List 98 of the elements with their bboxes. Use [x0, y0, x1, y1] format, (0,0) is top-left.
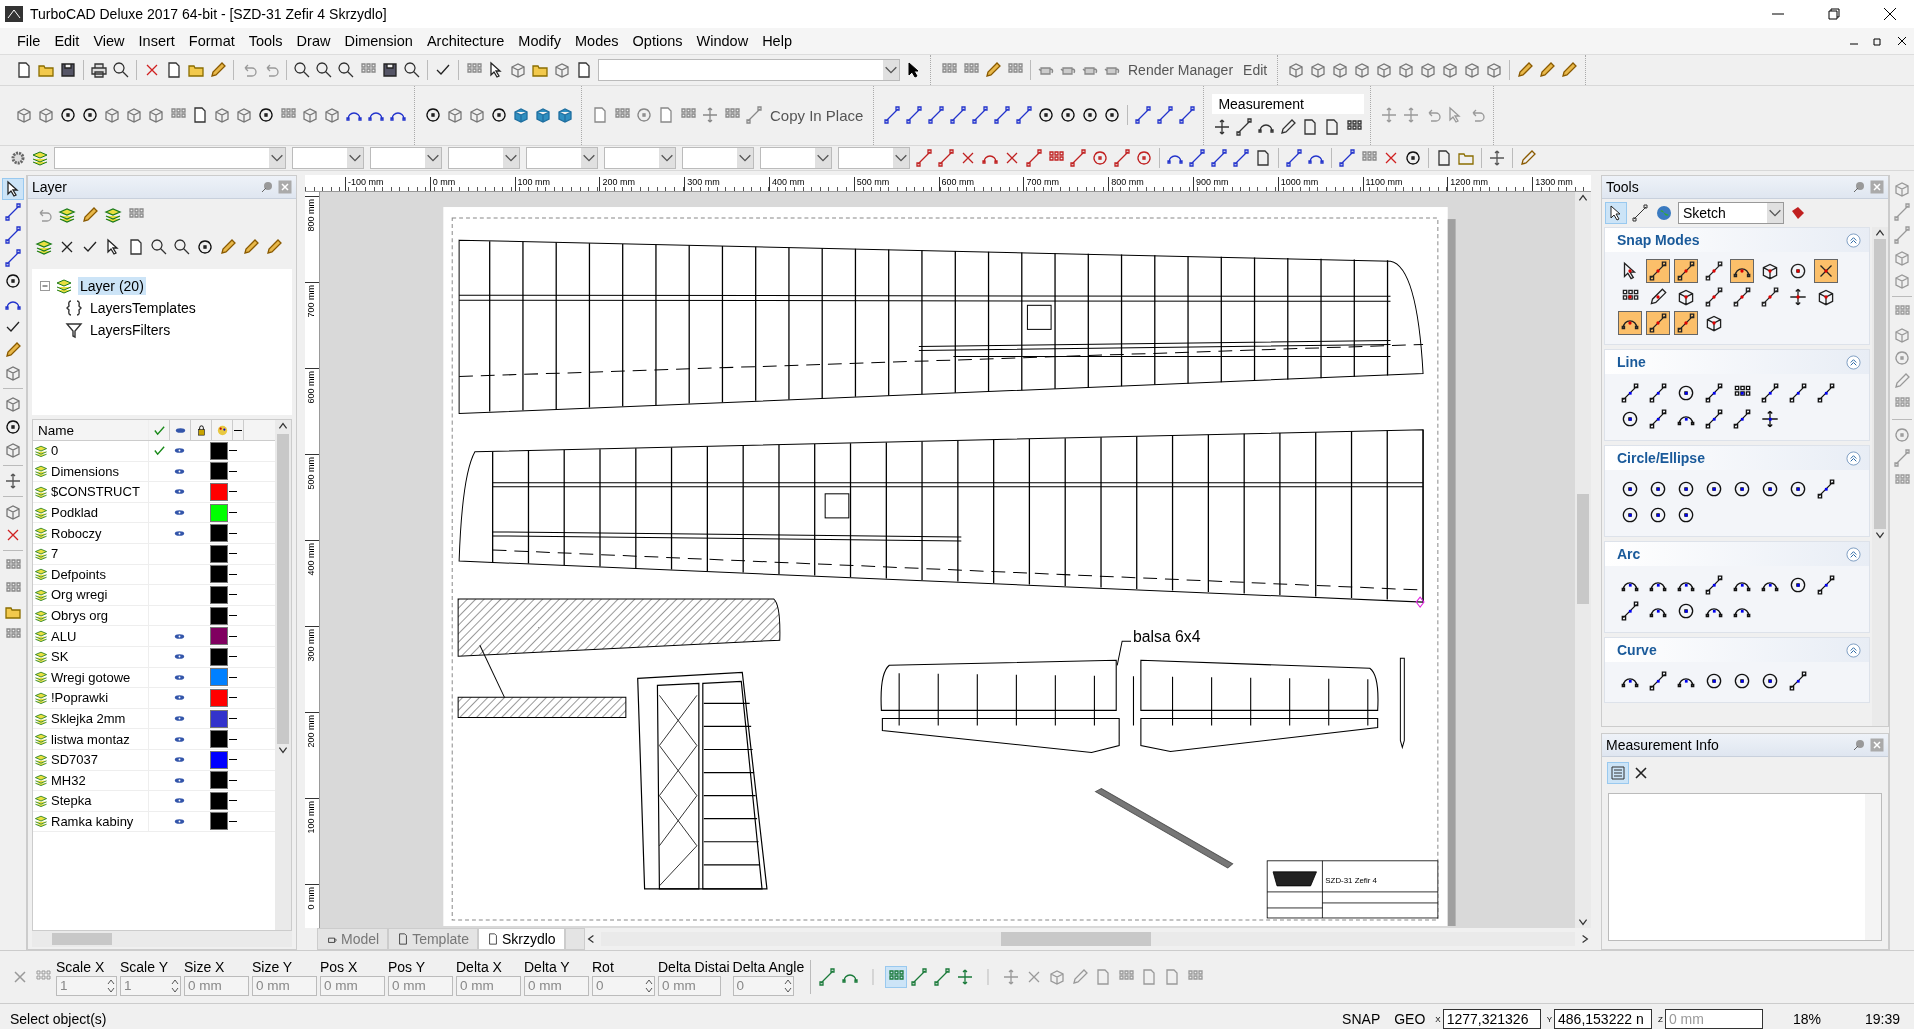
status-message: Select object(s) [10, 1011, 107, 1027]
mode-dropdown[interactable]: Sketch [1678, 202, 1784, 224]
layer-name[interactable]: Podklad [51, 505, 98, 521]
menu-item[interactable]: Options [625, 31, 690, 51]
ruler-label: 700 mm [305, 285, 317, 318]
field-label: Pos X [320, 958, 359, 975]
sheet-tab[interactable]: Model [317, 928, 389, 950]
layer-name[interactable]: SD7037 [51, 752, 98, 768]
panel-title: Measurement Info [1606, 737, 1719, 753]
menu-item[interactable]: Modify [511, 31, 569, 51]
sheet-tab[interactable]: Template [388, 928, 478, 950]
layer-name[interactable]: 7 [51, 546, 59, 562]
ruler-label: 900 mm [1192, 177, 1278, 191]
layer-name[interactable]: Obrys org [51, 608, 109, 624]
zoom-level: 18% [1791, 1011, 1822, 1027]
callout-label: balsa 6x4 [1133, 628, 1201, 646]
menu-item[interactable]: Architecture [419, 31, 512, 51]
menu-item[interactable]: Tools [241, 31, 290, 51]
ruler-label: 0 mm [429, 177, 515, 191]
ruler-label: 500 mm [305, 457, 317, 490]
layer-name[interactable]: listwa montaz [51, 731, 130, 747]
ruler-label: 300 mm [305, 629, 317, 662]
edit-button[interactable]: Edit [1239, 61, 1272, 78]
field-label: Scale Y [120, 958, 169, 975]
ruler-label: 100 mm [514, 177, 600, 191]
title-block-label: SZD-31 Zefir 4 [1325, 875, 1377, 885]
menu-item[interactable]: Help [755, 31, 799, 51]
layer-name[interactable]: Defpoints [51, 566, 106, 582]
ruler-label: 100 mm [305, 801, 317, 834]
menu-item[interactable]: Draw [289, 31, 338, 51]
menu-item[interactable]: Edit [47, 31, 87, 51]
y-coordinate-field[interactable]: 486,153222 n [1554, 1009, 1653, 1029]
panel-title: Layer [32, 179, 68, 195]
layer-name[interactable]: SK [51, 649, 69, 665]
ruler-label: 200 mm [599, 177, 685, 191]
ruler-label: 0 mm [305, 887, 317, 910]
field-label: Rot [592, 958, 615, 975]
field-label: Delta Distai [658, 958, 730, 975]
geo-indicator[interactable]: GEO [1390, 1011, 1430, 1027]
ruler-label: 200 mm [305, 715, 317, 748]
z-coordinate-field[interactable]: 0 mm [1664, 1009, 1763, 1029]
sheet-tab[interactable]: Skrzydlo [477, 928, 565, 950]
window-title: TurboCAD Deluxe 2017 64-bit - [SZD-31 Zefir 4 Skrzydlo] [30, 6, 387, 22]
section-title[interactable]: Arc [1617, 546, 1641, 562]
axis-label: X [1435, 1014, 1441, 1024]
ruler-label: 1000 mm [1277, 177, 1363, 191]
layer-name[interactable]: $CONSTRUCT [51, 484, 140, 500]
ruler-label: 600 mm [305, 371, 317, 404]
field-label: Scale X [56, 958, 106, 975]
layer-name[interactable]: ALU [51, 628, 77, 644]
layer-name[interactable]: Sklejka 2mm [51, 711, 126, 726]
field-label: Size Y [252, 958, 294, 975]
menu-item[interactable]: Insert [131, 31, 182, 51]
layer-name[interactable]: Ramka kabiny [51, 814, 134, 829]
ruler-label: 1100 mm [1362, 177, 1448, 191]
render-manager-button[interactable]: Render Manager [1124, 61, 1238, 78]
layer-name[interactable]: Stepka [51, 793, 92, 809]
ruler-label: 400 mm [305, 543, 317, 576]
ruler-label: 500 mm [853, 177, 939, 191]
menu-item[interactable]: Window [689, 31, 756, 51]
x-coordinate-field[interactable]: 1277,321326 [1442, 1009, 1541, 1029]
field-label: Delta X [456, 958, 503, 975]
ruler-label: 800 mm [1108, 177, 1193, 191]
tree-item[interactable]: LayersFilters [88, 321, 173, 339]
tree-item[interactable]: Layer (20) [78, 277, 146, 295]
menu-item[interactable]: File [10, 31, 48, 51]
layer-name[interactable]: Dimensions [51, 463, 119, 479]
ruler-label: 1200 mm [1447, 177, 1533, 191]
field-label: Delta Angle [732, 958, 805, 975]
measurement-toolbar-title: Measurement [1212, 93, 1365, 114]
ruler-label: 600 mm [938, 177, 1024, 191]
tree-item[interactable]: LayersTemplates [88, 299, 198, 317]
layer-name[interactable]: Wregi gotowe [51, 669, 131, 685]
section-title[interactable]: Line [1617, 354, 1646, 370]
layer-name[interactable]: !Poprawki [51, 690, 109, 706]
field-label: Pos Y [388, 958, 427, 975]
section-title[interactable]: Curve [1617, 642, 1657, 658]
layer-name[interactable]: Roboczy [51, 525, 102, 541]
layer-name[interactable]: Org wregi [51, 587, 108, 603]
axis-label: Z [1658, 1014, 1663, 1024]
menu-item[interactable]: View [86, 31, 132, 51]
menu-item[interactable]: Modes [568, 31, 626, 51]
ruler-label: -100 mm [345, 177, 430, 191]
layer-name[interactable]: MH32 [51, 772, 86, 788]
ruler-label: 700 mm [1023, 177, 1109, 191]
clock: 19:39 [1863, 1011, 1901, 1027]
layer-name[interactable]: 0 [51, 443, 59, 459]
ruler-label: 400 mm [769, 177, 854, 191]
axis-label: Y [1546, 1014, 1553, 1024]
field-label: Size X [184, 958, 226, 975]
copy-in-place-button[interactable]: Copy In Place [766, 106, 868, 124]
menu-item[interactable]: Format [181, 31, 242, 51]
menu-item[interactable]: Dimension [337, 31, 420, 51]
field-label: Delta Y [524, 958, 571, 975]
ruler-label: 800 mm [305, 199, 317, 232]
panel-title: Tools [1606, 179, 1639, 195]
snap-indicator[interactable]: SNAP [1338, 1011, 1385, 1027]
ruler-label: 300 mm [684, 177, 769, 191]
